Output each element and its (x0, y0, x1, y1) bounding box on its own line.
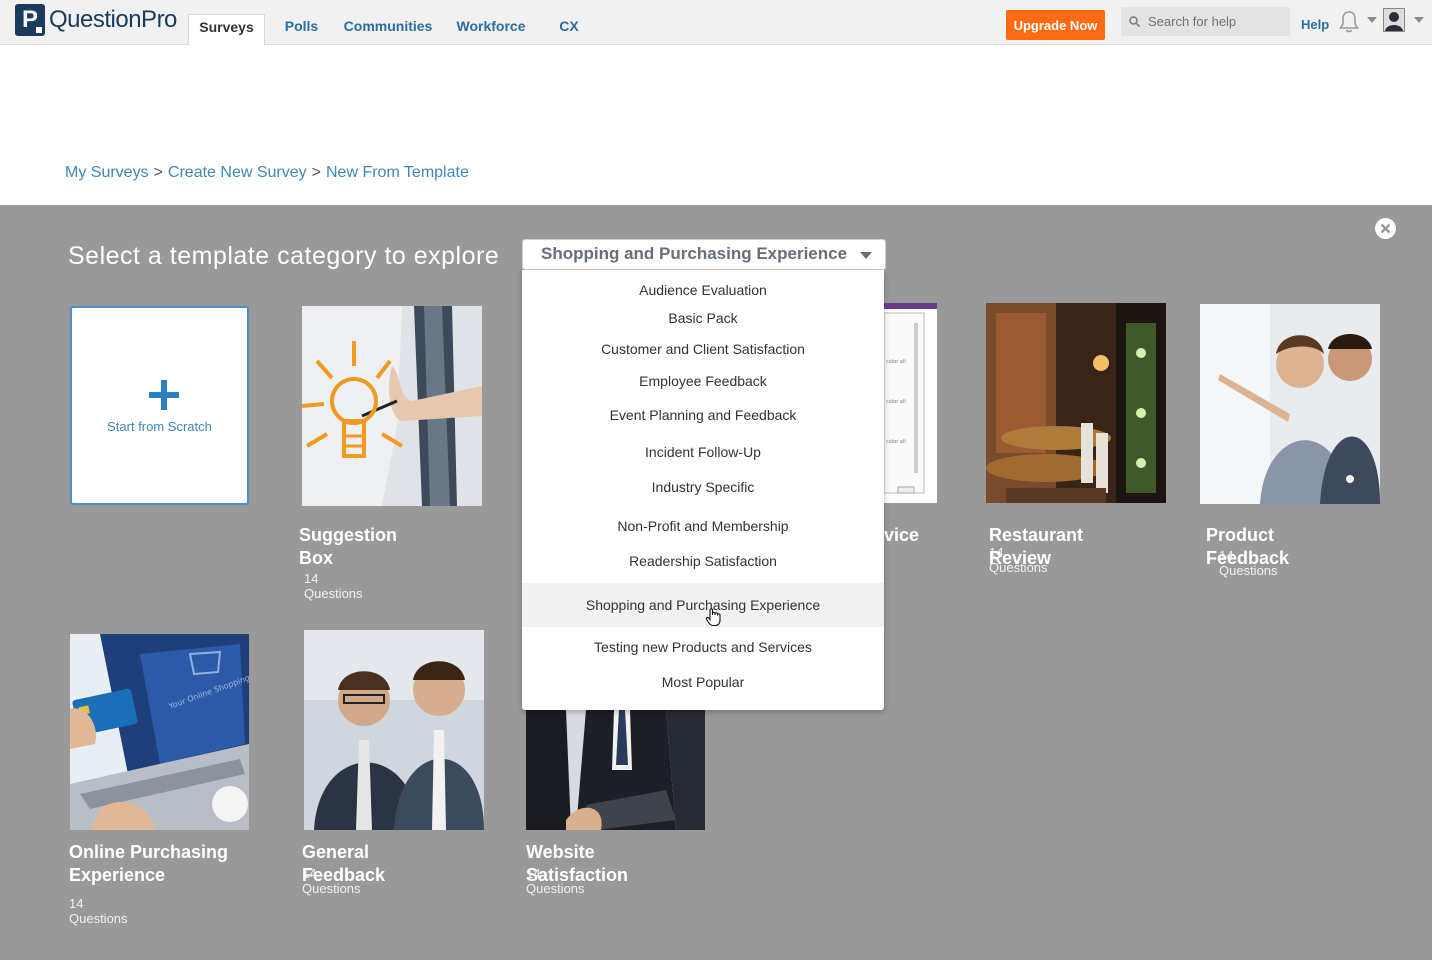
template-question-count: 14 Questions (526, 866, 585, 896)
breadcrumb-create-new-survey[interactable]: Create New Survey (168, 164, 307, 182)
dropdown-option-most-popular[interactable]: Most Popular (522, 674, 884, 690)
dropdown-option-testing-new-products[interactable]: Testing new Products and Services (522, 639, 884, 655)
template-question-count: 14 Questions (304, 571, 363, 601)
dropdown-option-shopping-purchasing-experience[interactable]: Shopping and Purchasing Experience (522, 583, 884, 627)
category-select-value: Shopping and Purchasing Experience (541, 244, 848, 263)
upgrade-now-button[interactable]: Upgrade Now (1006, 10, 1105, 40)
chevron-down-icon (860, 252, 872, 259)
plus-icon (149, 380, 179, 410)
category-select[interactable]: Shopping and Purchasing Experience (522, 239, 886, 270)
breadcrumb: My Surveys > Create New Survey > New Fro… (65, 164, 469, 182)
start-from-scratch-label: Start from Scratch (107, 419, 212, 434)
online-purchasing-image: Your Online Shopping (70, 634, 249, 830)
template-question-count: 14 Questions (989, 545, 1048, 575)
tab-communities[interactable]: Communities (338, 14, 438, 45)
breadcrumb-my-surveys[interactable]: My Surveys (65, 164, 149, 182)
template-title: Suggestion Box (299, 525, 397, 568)
restaurant-review-image (986, 303, 1166, 503)
close-icon (1380, 223, 1391, 234)
template-title: vice (884, 525, 920, 545)
help-link[interactable]: Help (1301, 17, 1329, 32)
dropdown-option-customer-client-satisfaction[interactable]: Customer and Client Satisfaction (522, 341, 884, 357)
svg-text:color all: color all (886, 359, 906, 365)
start-from-scratch-card[interactable]: Start from Scratch (70, 306, 249, 505)
close-panel-button[interactable] (1375, 218, 1396, 239)
hand-cursor-icon (705, 608, 721, 627)
svg-text:color all: color all (886, 399, 906, 405)
service-template-image: color all color all color all (884, 303, 937, 503)
breadcrumb-separator: > (311, 164, 321, 181)
template-title: Online Purchasing Experience (69, 842, 229, 885)
notifications-chevron-down-icon[interactable] (1367, 17, 1377, 23)
template-question-count: 14 Questions (69, 896, 128, 926)
category-dropdown-list: Audience Evaluation Basic Pack Customer … (522, 270, 884, 710)
tab-surveys[interactable]: Surveys (188, 14, 265, 45)
tab-polls[interactable]: Polls (265, 14, 338, 45)
help-search-box[interactable] (1121, 7, 1290, 36)
template-question-count: 14 Questions (1219, 548, 1278, 578)
bell-icon[interactable] (1338, 10, 1360, 34)
breadcrumb-separator: > (153, 164, 163, 181)
tab-workforce[interactable]: Workforce (438, 14, 544, 45)
user-silhouette-icon (1384, 9, 1404, 31)
panel-title: Select a template category to explore (68, 242, 500, 270)
top-navigation-bar: P QuestionPro Surveys Polls Communities … (0, 0, 1432, 45)
logo-mark-icon: P (15, 4, 45, 36)
help-search-input[interactable] (1148, 14, 1283, 29)
main-nav: Surveys Polls Communities Workforce CX (188, 14, 594, 45)
dropdown-option-basic-pack[interactable]: Basic Pack (522, 310, 884, 326)
questionpro-logo[interactable]: P QuestionPro (15, 4, 177, 36)
dropdown-option-event-planning[interactable]: Event Planning and Feedback (522, 407, 884, 423)
website-satisfaction-image (526, 710, 705, 830)
breadcrumb-new-from-template[interactable]: New From Template (326, 164, 469, 182)
tab-cx[interactable]: CX (544, 14, 594, 45)
template-question-count: 14 Questions (302, 866, 361, 896)
dropdown-option-industry-specific[interactable]: Industry Specific (522, 479, 884, 495)
general-feedback-image (304, 630, 484, 830)
search-icon (1129, 16, 1140, 27)
logo-text: QuestionPro (49, 6, 177, 33)
svg-text:color all: color all (886, 439, 906, 445)
dropdown-option-employee-feedback[interactable]: Employee Feedback (522, 373, 884, 389)
account-chevron-down-icon[interactable] (1414, 17, 1424, 23)
product-feedback-image (1200, 304, 1380, 504)
suggestion-box-image (302, 306, 482, 506)
dropdown-option-non-profit-membership[interactable]: Non-Profit and Membership (522, 518, 884, 534)
dropdown-option-incident-follow-up[interactable]: Incident Follow-Up (522, 444, 884, 460)
avatar[interactable] (1383, 8, 1405, 32)
dropdown-option-readership-satisfaction[interactable]: Readership Satisfaction (522, 553, 884, 569)
dropdown-option-audience-evaluation[interactable]: Audience Evaluation (522, 282, 884, 298)
